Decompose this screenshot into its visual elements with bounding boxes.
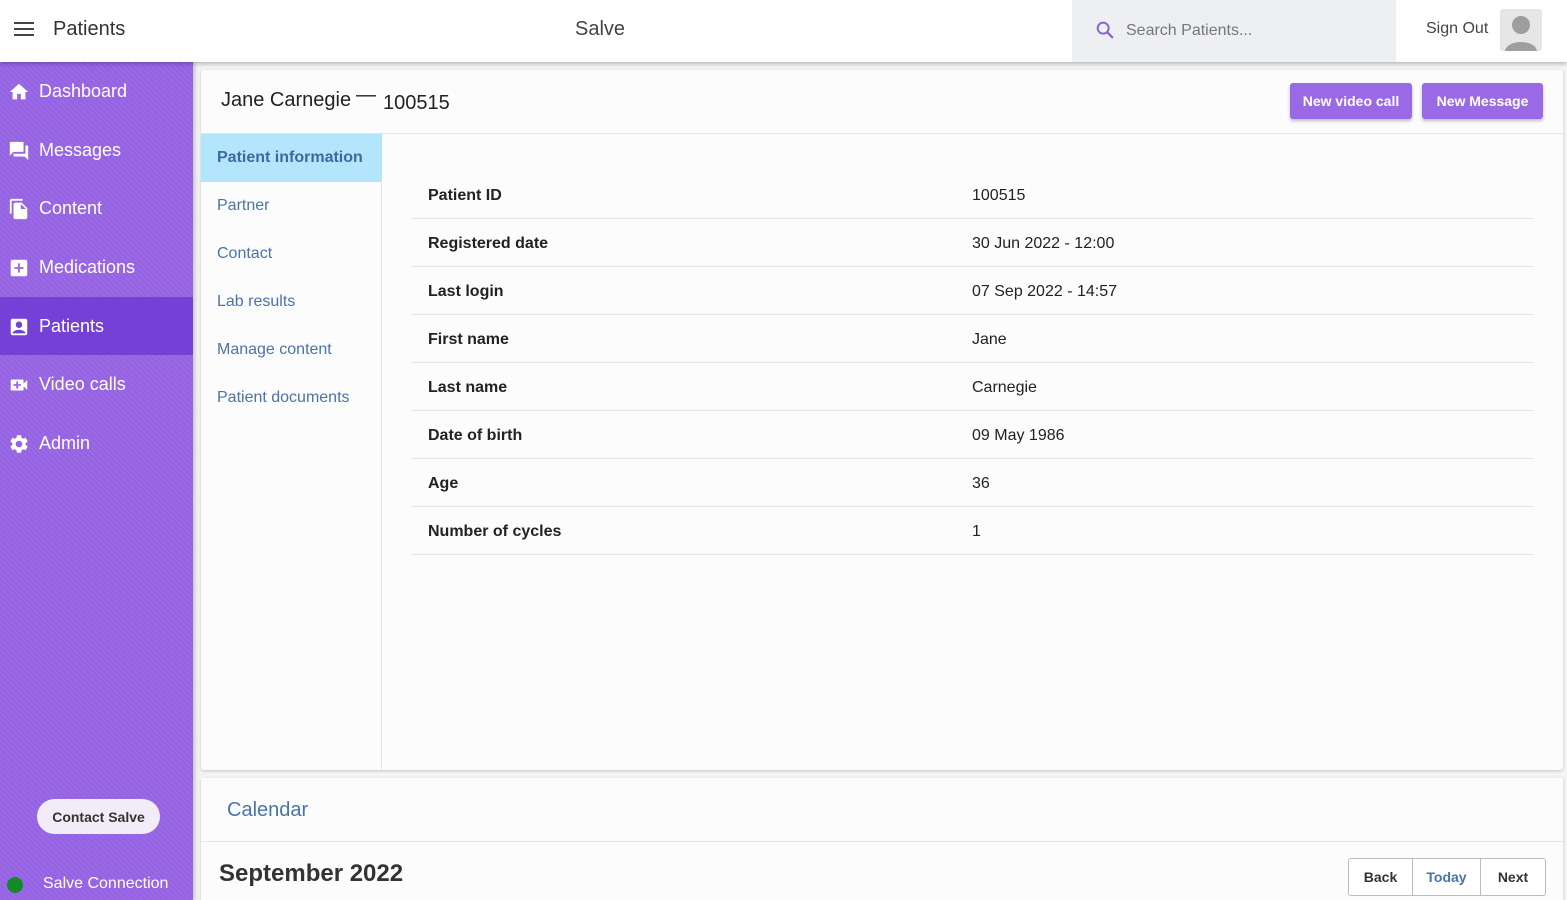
field-value: 36 [972, 475, 990, 492]
top-bar: Patients Salve Sign Out [0, 0, 1567, 62]
calendar-month-label: September 2022 [219, 860, 404, 887]
sign-out-link[interactable]: Sign Out [1426, 20, 1488, 38]
field-label: First name [428, 331, 509, 348]
calendar-today-button[interactable]: Today [1413, 859, 1481, 895]
page-title: Patients [53, 18, 126, 40]
patient-name: Jane Carnegie [221, 89, 352, 111]
documents-icon [9, 198, 28, 220]
field-value: 1 [972, 523, 981, 540]
calendar-navigation: Back Today Next [1348, 858, 1546, 896]
sidebar-item-label: Dashboard [39, 81, 128, 101]
sidebar-item-label: Admin [39, 433, 91, 453]
patient-header: Jane Carnegie — 100515 New video call Ne… [201, 70, 1563, 134]
calendar-back-button[interactable]: Back [1349, 859, 1413, 895]
home-icon [9, 83, 29, 100]
field-label: Number of cycles [428, 523, 562, 540]
connection-status-label: Salve Connection [43, 875, 169, 892]
sidebar-item-patients[interactable]: Patients [0, 297, 193, 355]
sidebar-item-label: Video calls [39, 374, 126, 394]
field-label: Registered date [428, 235, 549, 252]
sidebar-item-label: Messages [39, 140, 122, 160]
patient-card: Jane Carnegie — 100515 New video call Ne… [201, 70, 1563, 770]
gear-icon [10, 435, 28, 453]
field-label: Date of birth [428, 427, 523, 444]
table-row: Number of cycles 1 [412, 507, 1534, 555]
sidebar-item-medications[interactable]: Medications [0, 238, 193, 296]
field-value: Jane [972, 331, 1007, 348]
tab-partner[interactable]: Partner [201, 182, 382, 230]
field-value: 100515 [972, 187, 1026, 204]
table-row: Date of birth 09 May 1986 [412, 411, 1534, 459]
table-row: First name Jane [412, 315, 1534, 363]
contact-card-icon [10, 318, 28, 336]
tab-patient-documents[interactable]: Patient documents [201, 374, 382, 422]
contact-salve-button[interactable]: Contact Salve [37, 799, 160, 834]
tab-label: Manage content [217, 341, 332, 358]
patient-id-heading: 100515 [383, 92, 450, 114]
tab-patient-information[interactable]: Patient information [201, 134, 382, 182]
new-message-button[interactable]: New Message [1422, 83, 1543, 119]
tab-manage-content[interactable]: Manage content [201, 326, 382, 374]
tab-label: Partner [217, 197, 270, 214]
name-separator: — [356, 84, 376, 106]
field-value: Carnegie [972, 379, 1037, 396]
new-video-call-button[interactable]: New video call [1290, 83, 1412, 119]
table-row: Registered date 30 Jun 2022 - 12:00 [412, 219, 1534, 267]
field-label: Patient ID [428, 187, 502, 204]
field-value: 09 May 1986 [972, 427, 1065, 444]
user-avatar-icon [1500, 9, 1542, 51]
sidebar-item-video-calls[interactable]: Video calls [0, 355, 193, 413]
patient-info-table: Patient ID 100515 Registered date 30 Jun 2… [412, 171, 1534, 555]
sidebar: Dashboard Messages Content Medications P… [0, 62, 193, 900]
tab-contact[interactable]: Contact [201, 230, 382, 278]
search-box [1072, 0, 1396, 62]
connection-status-indicator [7, 877, 23, 893]
table-row: Last name Carnegie [412, 363, 1534, 411]
search-icon[interactable] [1094, 19, 1116, 41]
table-row: Last login 07 Sep 2022 - 14:57 [412, 267, 1534, 315]
divider [201, 841, 1563, 842]
search-input[interactable] [1126, 18, 1376, 44]
tab-label: Patient information [217, 149, 363, 166]
patient-tabs: Patient information Partner Contact Lab … [201, 134, 382, 770]
sidebar-item-messages[interactable]: Messages [0, 121, 193, 179]
field-value: 30 Jun 2022 - 12:00 [972, 235, 1115, 252]
medical-plus-icon [10, 259, 28, 277]
sidebar-item-label: Content [39, 198, 103, 218]
chat-icon [9, 141, 29, 161]
table-row: Age 36 [412, 459, 1534, 507]
field-label: Last name [428, 379, 508, 396]
sidebar-item-label: Patients [39, 316, 105, 336]
tab-label: Contact [217, 245, 273, 262]
sidebar-item-content[interactable]: Content [0, 179, 193, 237]
avatar[interactable] [1500, 9, 1542, 51]
calendar-title: Calendar [227, 799, 309, 821]
table-row: Patient ID 100515 [412, 171, 1534, 219]
tab-lab-results[interactable]: Lab results [201, 278, 382, 326]
sidebar-item-label: Medications [39, 257, 136, 277]
sidebar-item-admin[interactable]: Admin [0, 414, 193, 472]
calendar-next-button[interactable]: Next [1481, 859, 1545, 895]
tab-label: Lab results [217, 293, 296, 310]
field-label: Age [428, 475, 459, 492]
hamburger-menu-icon[interactable] [14, 22, 34, 38]
field-value: 07 Sep 2022 - 14:57 [972, 283, 1118, 300]
tab-label: Patient documents [217, 389, 350, 406]
app-name: Salve [575, 18, 626, 40]
video-camera-icon [10, 379, 28, 391]
calendar-card: Calendar September 2022 Back Today Next [201, 778, 1563, 900]
sidebar-item-dashboard[interactable]: Dashboard [0, 62, 193, 120]
field-label: Last login [428, 283, 504, 300]
